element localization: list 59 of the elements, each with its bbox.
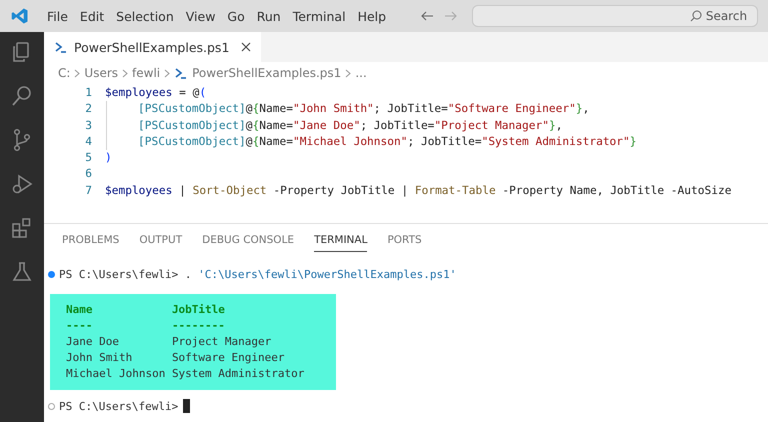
terminal-prompt: PS C:\Users\fewli> [59,400,178,412]
table-cell-text: Software Engineer [172,350,286,366]
menu-item[interactable]: File [41,8,74,24]
search-icon [690,10,702,22]
powershell-icon [54,40,68,54]
table-cell-text: Jane Doe [66,334,120,350]
chevron-icon [164,68,170,78]
chevron-icon [74,68,80,78]
menu-item[interactable]: Help [352,8,392,24]
table-cell-text: John Smith [66,350,134,366]
panel-tab[interactable]: DEBUG CONSOLE [202,234,294,252]
code-line: $employees | Sort-Object -Property JobTitle | Format-Table -Property Name, JobTitle -AutoSize [105,182,732,199]
menu-item[interactable]: Run [250,8,287,24]
terminal-command: PS C:\Users\fewli> . 'C:\Users\fewli\PowerShellExamples.ps1' [59,268,456,280]
column-header: Name [66,302,94,318]
breadcrumb-item[interactable]: C: [58,66,70,80]
testing-icon[interactable] [10,260,34,284]
code-line: [PSCustomObject]@{Name="Jane Doe"; JobTitle="Project Manager"}, [138,118,562,134]
line-number: 3 [84,118,93,134]
code-line: $employees = @( [105,85,206,101]
text-cursor [183,399,190,413]
powershell-icon [174,66,188,80]
line-number: 2 [84,101,93,118]
column-header: JobTitle [172,302,226,318]
search-icon[interactable] [10,84,34,108]
menu-item[interactable]: Selection [110,8,180,24]
table-cell: System Administrator [172,366,304,382]
panel-tab[interactable]: PROBLEMS [62,234,120,252]
menu-item[interactable]: Terminal [286,8,352,24]
line-number: 5 [84,150,93,166]
logo-icon [11,7,29,25]
breadcrumb-item[interactable]: ... [355,66,367,80]
menu-item[interactable]: Edit [74,8,110,24]
table-cell: Michael Johnson [66,366,166,382]
line-number: 1 [84,85,93,101]
breadcrumb-item[interactable]: fewli [132,66,160,80]
search-field[interactable]: Search [472,5,758,27]
breadcrumb-item[interactable]: Users [84,66,118,80]
code-line: [PSCustomObject]@{Name="John Smith"; JobTitle="Software Engineer"}, [138,101,590,118]
panel-tab[interactable]: TERMINAL [314,234,368,252]
close-icon[interactable] [241,42,252,52]
chevron-icon [122,68,128,78]
editor-tab[interactable]: PowerShellExamples.ps1 [44,32,262,62]
menu-item[interactable]: View [180,8,222,24]
header-underline: ---- [66,318,94,334]
table-cell-text: Project Manager [172,334,272,350]
code-line: ) [105,150,112,166]
header-underline: -------- [172,318,226,334]
line-number: 7 [84,182,93,199]
run-debug-icon[interactable] [10,172,34,196]
code-line: [PSCustomObject]@{Name="Michael Johnson"; JobTitle="System Administrator"} [138,134,637,150]
line-number: 4 [84,134,93,150]
back-arrow-icon[interactable] [420,9,434,23]
panel-tab[interactable]: PORTS [387,234,422,252]
line-number: 6 [84,166,93,182]
breadcrumb-item[interactable]: PowerShellExamples.ps1 [192,66,342,80]
menu-item[interactable]: Go [221,8,251,24]
panel-tab[interactable]: OUTPUT [139,234,182,252]
chevron-icon [345,68,352,78]
